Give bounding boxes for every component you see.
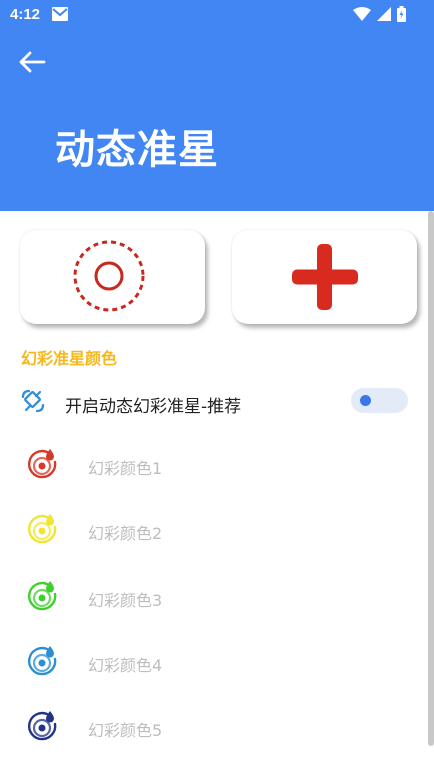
color-drop-target-icon <box>28 581 57 611</box>
page-title: 动态准星 <box>55 127 219 173</box>
switch-knob <box>360 395 371 406</box>
color-drop-target-icon <box>28 514 57 544</box>
app-header: 4:12 动态准星 <box>0 0 434 211</box>
color-option-4[interactable]: 幻彩颜色4 <box>0 632 428 692</box>
toggle-label: 开启动态幻彩准星-推荐 <box>65 397 242 417</box>
mail-notification-icon <box>52 7 68 21</box>
color-drop-target-icon <box>28 646 57 676</box>
color-option-3[interactable]: 幻彩颜色3 <box>0 567 428 627</box>
satellite-icon <box>21 389 45 413</box>
color-drop-target-icon <box>28 449 57 479</box>
color-option-label: 幻彩颜色1 <box>88 459 163 478</box>
color-drop-target-icon <box>28 711 57 741</box>
color-option-label: 幻彩颜色2 <box>88 524 163 543</box>
dynamic-color-switch[interactable] <box>351 388 408 413</box>
color-option-2[interactable]: 幻彩颜色2 <box>0 500 428 560</box>
status-bar: 4:12 <box>0 0 434 30</box>
wifi-icon <box>353 7 371 21</box>
color-option-5[interactable]: 幻彩颜色5 <box>0 697 428 757</box>
circle-crosshair-icon <box>73 240 145 312</box>
color-option-label: 幻彩颜色5 <box>88 721 163 740</box>
plus-crosshair-icon <box>292 244 358 310</box>
section-title: 幻彩准星颜色 <box>21 349 118 368</box>
status-time: 4:12 <box>10 6 41 23</box>
scrollbar[interactable] <box>428 211 434 746</box>
color-option-label: 幻彩颜色4 <box>88 656 163 675</box>
crosshair-plus-option[interactable] <box>232 230 417 324</box>
back-arrow-icon[interactable] <box>16 46 48 78</box>
battery-icon <box>397 6 406 22</box>
dynamic-color-toggle-row[interactable]: 开启动态幻彩准星-推荐 <box>0 380 428 424</box>
crosshair-circle-option[interactable] <box>20 230 205 324</box>
signal-icon <box>377 7 391 21</box>
color-option-1[interactable]: 幻彩颜色1 <box>0 435 428 495</box>
color-option-label: 幻彩颜色3 <box>88 591 163 610</box>
